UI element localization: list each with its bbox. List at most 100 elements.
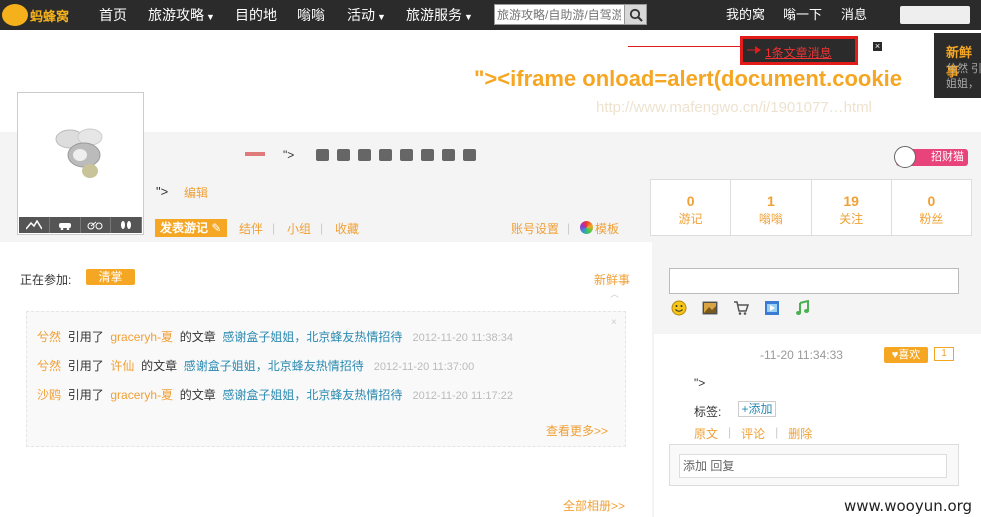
nav-my-home[interactable]: 我的窝	[726, 0, 765, 30]
template-link[interactable]: 模板	[595, 220, 619, 237]
reply-input[interactable]: 添加 回复	[679, 454, 947, 478]
feed-time: 2012-11-20 11:17:22	[412, 390, 513, 402]
avatar-toolbar	[19, 217, 142, 233]
nav-item-activities[interactable]: 活动 ▼	[347, 0, 386, 30]
logo-text: 蚂蜂窝	[30, 9, 70, 25]
all-albums-link[interactable]: 全部相册>>	[563, 497, 625, 514]
hobby-icons	[316, 149, 476, 161]
logo-bee-icon	[2, 4, 28, 26]
delete-link[interactable]: 删除	[788, 425, 812, 442]
feed-article-link[interactable]: 感谢盒子姐姐，北京蜂友热情招待	[222, 388, 402, 402]
lucky-cat-badge[interactable]: 招财猫	[894, 146, 968, 168]
watermark: www.wooyun.org	[844, 497, 973, 515]
close-icon[interactable]: ×	[872, 41, 883, 52]
feed-article-link[interactable]: 感谢盒子姐姐，北京蜂友热情招待	[222, 330, 402, 344]
nav-item-destinations[interactable]: 目的地	[235, 0, 277, 30]
close-icon[interactable]: ×	[611, 317, 617, 328]
link-favorites[interactable]: 收藏	[335, 220, 359, 237]
nav-messages[interactable]: 消息	[841, 0, 867, 30]
cart-icon[interactable]	[733, 300, 749, 316]
search-icon	[629, 8, 643, 22]
mountain-icon[interactable]	[19, 217, 50, 233]
video-icon[interactable]	[764, 300, 780, 316]
add-tag-button[interactable]: +添加	[738, 401, 776, 417]
divider: |	[728, 425, 732, 439]
stat-followers[interactable]: 0 粉丝	[892, 180, 971, 235]
chevron-down-icon: ︿	[610, 289, 620, 299]
stats-panel: 0 游记 1 嗡嗡 19 关注 0 粉丝	[650, 179, 972, 236]
car-icon[interactable]	[50, 217, 81, 233]
spade-icon[interactable]	[400, 149, 413, 161]
bag-icon[interactable]	[442, 149, 455, 161]
status-input[interactable]	[669, 268, 959, 294]
arrow-right-icon	[747, 46, 761, 54]
tag-label: 标签:	[694, 405, 722, 419]
bicycle-icon[interactable]	[81, 217, 112, 233]
like-button[interactable]: ♥喜欢	[884, 347, 928, 363]
comment-link[interactable]: 评论	[741, 425, 765, 442]
list-item: 兮然 引用了 graceryh-夏 的文章 感谢盒子姐姐，北京蜂友热情招待 20…	[37, 330, 513, 344]
post-travelogue-label: 发表游记	[160, 221, 209, 235]
post-time: -11-20 11:34:33	[760, 348, 843, 362]
bee-placeholder-icon	[55, 128, 103, 178]
feed-time: 2012-11-20 11:37:00	[373, 361, 475, 373]
chevron-down-icon: ▼	[464, 12, 473, 22]
joining-tag[interactable]: 清掌	[86, 269, 135, 285]
original-link[interactable]: 原文	[694, 425, 718, 442]
feed-user[interactable]: 沙鸥	[37, 388, 61, 402]
divider: |	[272, 221, 276, 235]
user-menu[interactable]	[900, 6, 970, 24]
divider: |	[320, 221, 324, 235]
link-companions[interactable]: 结伴	[239, 220, 263, 237]
palette-icon	[580, 221, 593, 234]
image-icon[interactable]	[702, 300, 718, 316]
nav-item-services[interactable]: 旅游服务 ▼	[406, 0, 473, 30]
feed-author[interactable]: 许仙	[110, 359, 134, 373]
fresh-popup-line: 姐姐，	[946, 78, 979, 90]
car-icon[interactable]	[337, 149, 350, 161]
search-input[interactable]	[497, 6, 621, 23]
feed-user[interactable]: 兮然	[37, 330, 61, 344]
feed-user[interactable]: 兮然	[37, 359, 61, 373]
feed-author[interactable]: graceryh-夏	[110, 388, 173, 402]
cat-icon	[894, 146, 916, 168]
post-travelogue-button[interactable]: 发表游记 ✎	[155, 219, 227, 237]
fresh-popup[interactable]: 新鲜事 兮然 引 姐姐，	[934, 33, 981, 98]
stat-wengweng[interactable]: 1 嗡嗡	[731, 180, 812, 235]
account-settings-link[interactable]: 账号设置	[511, 220, 559, 237]
feed-author[interactable]: graceryh-夏	[110, 330, 173, 344]
list-item: 兮然 引用了 许仙 的文章 感谢盒子姐姐，北京蜂友热情招待 2012-11-20…	[37, 359, 475, 373]
message-link[interactable]: 1条文章消息	[765, 44, 832, 61]
gamepad-icon[interactable]	[421, 149, 434, 161]
like-count: 1	[934, 347, 954, 361]
see-more-link[interactable]: 查看更多>>	[546, 422, 608, 439]
edit-link[interactable]: 编辑	[184, 184, 208, 201]
camera-icon[interactable]	[316, 149, 329, 161]
stat-travelogues[interactable]: 0 游记	[651, 180, 732, 235]
stat-following[interactable]: 19 关注	[812, 180, 892, 235]
bus-icon[interactable]	[358, 149, 371, 161]
divider: |	[775, 425, 779, 439]
message-notification[interactable]: 1条文章消息	[740, 36, 858, 65]
feed-article-link[interactable]: 感谢盒子姐姐，北京蜂友热情招待	[184, 359, 364, 373]
fresh-news-title[interactable]: 新鲜事	[594, 271, 630, 288]
user-name-blurred	[150, 147, 280, 163]
book-icon[interactable]	[463, 149, 476, 161]
avatar[interactable]	[17, 92, 144, 235]
annotation-arrow-line	[628, 46, 743, 47]
nav-item-guides[interactable]: 旅游攻略 ▼	[148, 0, 215, 30]
user-name-suffix: ">	[283, 148, 295, 162]
link-groups[interactable]: 小组	[287, 220, 311, 237]
fresh-news-feed: 兮然 引用了 graceryh-夏 的文章 感谢盒子姐姐，北京蜂友热情招待 20…	[26, 311, 626, 447]
site-logo[interactable]: 蚂蜂窝	[2, 2, 80, 28]
music-icon[interactable]	[795, 300, 811, 316]
search-button[interactable]	[624, 5, 646, 24]
nav-item-home[interactable]: 首页	[99, 0, 127, 30]
smiley-icon[interactable]	[671, 300, 687, 316]
cat-icon[interactable]	[379, 149, 392, 161]
footprints-icon[interactable]	[111, 217, 142, 233]
fresh-popup-line: 兮然 引	[946, 63, 981, 75]
divider: |	[567, 221, 571, 235]
nav-weng-once[interactable]: 嗡一下	[783, 0, 822, 30]
nav-item-wengweng[interactable]: 嗡嗡	[297, 0, 325, 30]
